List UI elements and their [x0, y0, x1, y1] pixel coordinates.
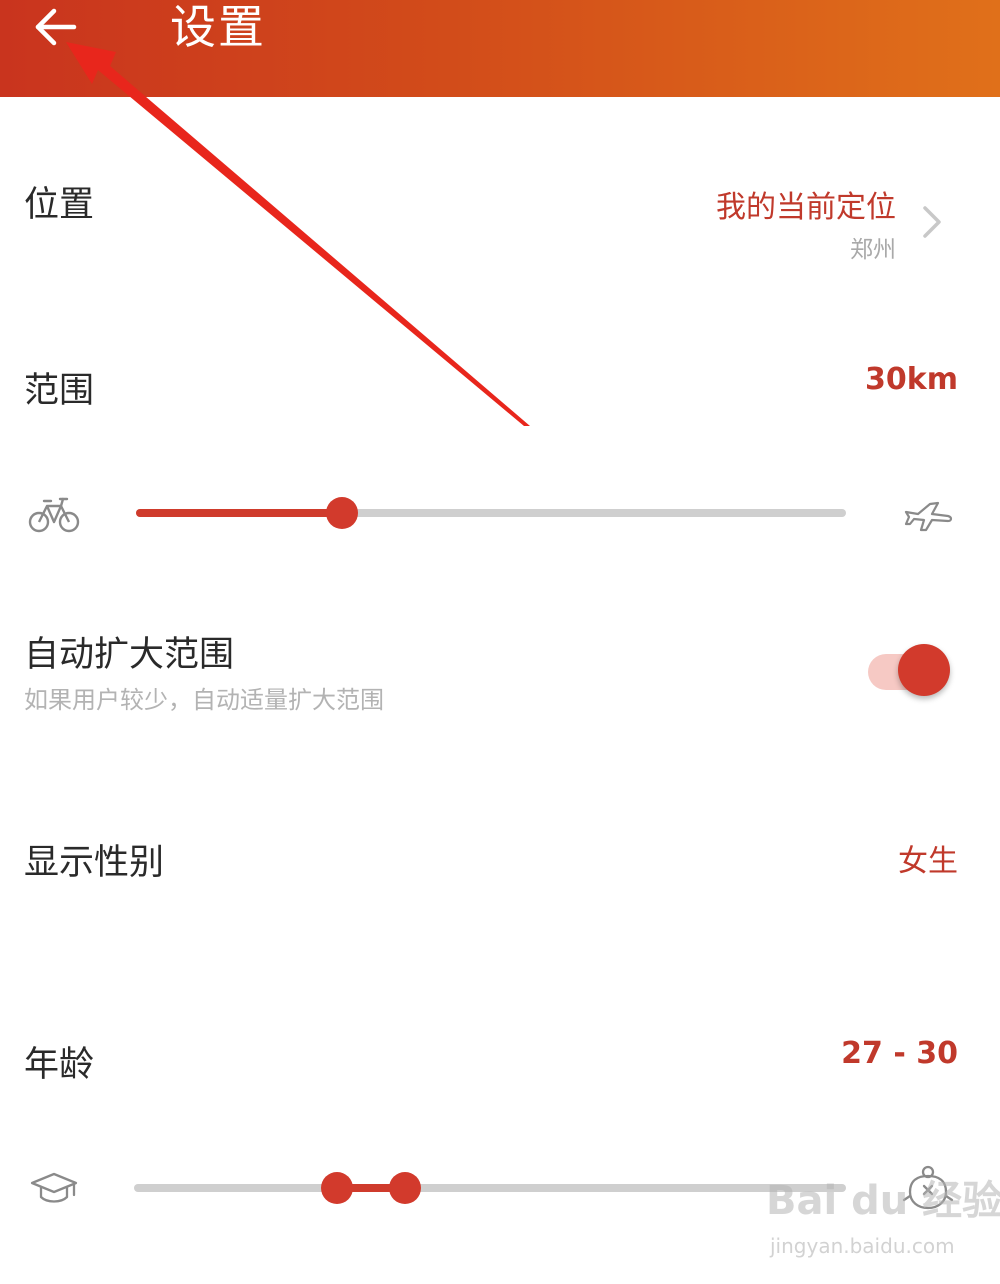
airplane-icon: [904, 501, 953, 532]
elder-face-icon: [902, 1165, 954, 1210]
toggle-knob: [898, 644, 950, 696]
range-value: 30km: [865, 362, 958, 397]
range-label: 范围: [24, 371, 95, 411]
graduation-cap-icon: [30, 1172, 78, 1203]
age-slider-low-thumb[interactable]: [320, 1172, 353, 1204]
age-value: 27 - 30: [841, 1036, 958, 1071]
auto-expand-label: 自动扩大范围: [24, 635, 235, 675]
arrow-left-icon: [35, 8, 77, 46]
range-slider-thumb[interactable]: [325, 497, 358, 529]
app-header: 设置: [0, 0, 1000, 97]
range-slider[interactable]: [136, 496, 846, 530]
gender-value[interactable]: 女生: [898, 836, 958, 880]
watermark-url: jingyan.baidu.com: [770, 1234, 955, 1258]
bicycle-icon: [28, 497, 80, 533]
age-slider-high-thumb[interactable]: [388, 1172, 421, 1204]
location-label: 位置: [24, 185, 95, 225]
age-label: 年龄: [24, 1045, 95, 1085]
page-title: 设置: [170, 0, 266, 54]
chevron-right-icon: [923, 206, 941, 238]
location-value: 我的当前定位: [716, 190, 896, 225]
auto-expand-toggle[interactable]: [866, 640, 958, 704]
location-city: 郑州: [850, 237, 896, 263]
location-setting-row[interactable]: 位置 我的当前定位 郑州: [0, 140, 1000, 280]
range-slider-fill: [136, 509, 342, 517]
age-slider[interactable]: [134, 1171, 846, 1205]
back-button[interactable]: [22, 0, 88, 54]
auto-expand-description: 如果用户较少，自动适量扩大范围: [24, 686, 384, 714]
age-slider-track: [134, 1184, 846, 1192]
gender-label: 显示性别: [24, 843, 165, 883]
